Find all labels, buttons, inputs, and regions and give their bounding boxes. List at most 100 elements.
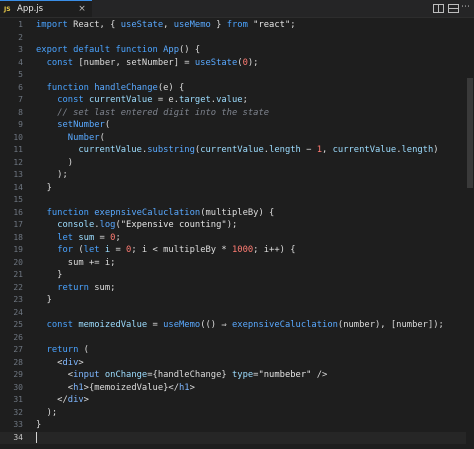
code-text: <h1>{memoizedValue}</h1> <box>36 382 195 393</box>
code-text: const currentValue = e.target.value; <box>57 95 248 105</box>
code-text: function exepnsiveCaluclation(multipleBy… <box>46 207 275 218</box>
code-text: <input onChange={handleChange} type="num… <box>36 370 328 380</box>
code-line[interactable]: 13 ); <box>0 169 474 182</box>
code-editor[interactable]: 1 import React, { useState, useMemo } fro… <box>0 18 474 449</box>
code-text: ); <box>36 407 58 418</box>
code-line[interactable]: 19 for (let i = 0; i < multipleBy * 1000… <box>0 244 474 257</box>
tab-app-js[interactable]: JS App.js × <box>0 0 92 17</box>
code-line[interactable]: 18 let sum = 0; <box>0 232 474 245</box>
code-line[interactable]: 20 sum += i; <box>0 257 474 270</box>
line-number: 8 <box>18 107 23 117</box>
line-number: 25 <box>13 320 23 329</box>
code-line[interactable]: 12 ) <box>0 157 474 170</box>
line-number: 10 <box>13 132 23 142</box>
code-line[interactable]: 22 return sum; <box>0 282 474 295</box>
line-number: 9 <box>18 120 23 129</box>
code-text: </div> <box>36 395 89 405</box>
code-text: } <box>36 420 42 430</box>
line-number: 4 <box>18 57 23 67</box>
line-number: 7 <box>18 95 23 104</box>
code-text: const [number, setNumber] = useState(0); <box>46 57 259 68</box>
line-number: 6 <box>18 82 23 92</box>
code-text: console.log("Expensive counting"); <box>57 220 238 230</box>
scrollbar-thumb[interactable] <box>467 78 473 188</box>
line-number: 26 <box>13 332 23 342</box>
line-number: 31 <box>13 395 23 404</box>
code-line[interactable]: 15 <box>0 194 474 207</box>
editor-window: JS App.js × ⋯ 1 import React, { useState,… <box>0 0 474 449</box>
line-number: 28 <box>13 357 23 367</box>
line-number: 18 <box>13 232 23 242</box>
line-number: 12 <box>13 157 23 167</box>
line-number: 2 <box>18 32 23 42</box>
line-number: 32 <box>13 407 23 417</box>
code-line[interactable]: 11 currentValue.substring(currentValue.l… <box>0 144 474 157</box>
close-icon[interactable]: × <box>77 4 87 14</box>
code-text: for (let i = 0; i < multipleBy * 1000; i… <box>57 245 296 255</box>
line-number: 1 <box>18 20 23 29</box>
tab-bar: JS App.js × ⋯ <box>0 0 474 18</box>
code-line[interactable]: 29 <input onChange={handleChange} type="… <box>0 369 474 382</box>
code-line[interactable]: 8 // set last entered digit into the sta… <box>0 107 474 120</box>
code-line[interactable]: 10 Number( <box>0 132 474 145</box>
code-line[interactable]: 16 function exepnsiveCaluclation(multipl… <box>0 207 474 220</box>
line-number: 34 <box>13 432 23 442</box>
code-line[interactable]: 31 </div> <box>0 394 474 407</box>
vertical-scrollbar[interactable] <box>466 18 474 449</box>
toggle-panel-icon[interactable] <box>448 4 459 13</box>
code-line[interactable]: 26 <box>0 332 474 345</box>
code-text: sum += i; <box>36 257 116 268</box>
line-number: 22 <box>13 282 23 292</box>
code-line[interactable]: 7 const currentValue = e.target.value; <box>0 94 474 107</box>
code-text <box>36 431 37 445</box>
line-number: 19 <box>13 245 23 254</box>
code-text: let sum = 0; <box>57 232 121 243</box>
code-line[interactable]: 32 ); <box>0 407 474 420</box>
code-text: ); <box>36 170 68 180</box>
code-text: currentValue.substring(currentValue.leng… <box>78 145 439 155</box>
code-line[interactable]: 1 import React, { useState, useMemo } fro… <box>0 19 474 32</box>
code-line[interactable]: 9 setNumber( <box>0 119 474 132</box>
code-line[interactable]: 4 const [number, setNumber] = useState(0… <box>0 57 474 70</box>
code-text: <div> <box>36 357 84 368</box>
line-number: 33 <box>13 420 23 429</box>
code-text: // set last entered digit into the state <box>57 107 270 118</box>
line-number: 11 <box>13 145 23 154</box>
code-text: ) <box>36 157 74 168</box>
code-text: } <box>36 295 52 305</box>
code-line[interactable]: 30 <h1>{memoizedValue}</h1> <box>0 382 474 395</box>
javascript-file-icon: JS <box>4 5 11 13</box>
code-line[interactable]: 14 } <box>0 182 474 195</box>
split-editor-icon[interactable] <box>433 4 444 13</box>
code-text: setNumber( <box>57 120 111 130</box>
code-line[interactable]: 17 console.log("Expensive counting"); <box>0 219 474 232</box>
line-number: 27 <box>13 345 23 354</box>
code-line[interactable]: 25 const memoizedValue = useMemo(() ⇒ ex… <box>0 319 474 332</box>
code-text: return ( <box>46 345 89 355</box>
code-line[interactable]: 2 <box>0 32 474 45</box>
code-text: } <box>36 270 63 280</box>
code-text: const memoizedValue = useMemo(() ⇒ exepn… <box>46 320 444 330</box>
code-line[interactable]: 6 function handleChange(e) { <box>0 82 474 95</box>
line-number: 23 <box>13 295 23 304</box>
line-number: 29 <box>13 370 23 379</box>
code-line[interactable]: 34 <box>0 431 474 445</box>
code-line[interactable]: 33} <box>0 419 474 432</box>
line-number: 20 <box>13 257 23 267</box>
text-cursor <box>36 431 37 443</box>
code-line[interactable]: 21 } <box>0 269 474 282</box>
line-number: 21 <box>13 270 23 279</box>
tab-label: App.js <box>17 4 44 14</box>
code-text: import React, { useState, useMemo } from… <box>36 20 296 30</box>
line-number: 3 <box>18 45 23 54</box>
code-line[interactable]: 27 return ( <box>0 344 474 357</box>
code-line[interactable]: 3 export default function App() { <box>0 44 474 57</box>
code-line[interactable]: 23 } <box>0 294 474 307</box>
code-line[interactable]: 5 <box>0 69 474 82</box>
line-number: 14 <box>13 182 23 192</box>
code-line[interactable]: 28 <div> <box>0 357 474 370</box>
code-text: return sum; <box>57 282 116 293</box>
code-line[interactable]: 24 <box>0 307 474 320</box>
line-number: 17 <box>13 220 23 229</box>
more-actions-icon[interactable]: ⋯ <box>460 1 471 12</box>
